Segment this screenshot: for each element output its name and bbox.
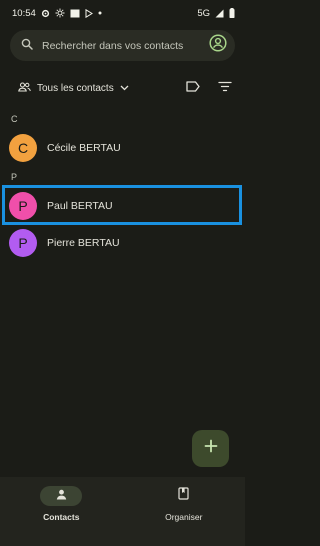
account-circle-icon[interactable] <box>209 34 227 57</box>
avatar: P <box>9 192 37 220</box>
avatar: C <box>9 134 37 162</box>
avatar: P <box>9 229 37 257</box>
nav-item-contacts[interactable]: Contacts <box>0 477 123 546</box>
gear-icon <box>41 9 50 18</box>
contacts-filter-dropdown[interactable]: Tous les contacts <box>18 81 129 95</box>
filter-row: Tous les contacts <box>0 78 245 98</box>
contact-row[interactable]: P Pierre BERTAU <box>0 225 245 261</box>
brightness-icon <box>55 8 65 18</box>
image-icon <box>70 9 80 18</box>
chevron-down-icon <box>120 83 129 94</box>
status-time: 10:54 <box>12 7 36 19</box>
contact-name: Paul BERTAU <box>47 200 113 212</box>
contact-name: Pierre BERTAU <box>47 237 120 249</box>
sort-icon[interactable] <box>218 79 232 97</box>
search-bar[interactable]: Rechercher dans vos contacts <box>10 30 235 61</box>
contact-name: Cécile BERTAU <box>47 142 121 154</box>
nav-label: Contacts <box>43 512 80 522</box>
signal-icon <box>215 9 224 18</box>
search-input[interactable]: Rechercher dans vos contacts <box>42 40 209 52</box>
dot-icon <box>98 11 102 15</box>
nav-icon-indicator <box>163 486 205 506</box>
status-left: 10:54 <box>12 8 102 19</box>
bottom-navigation: Contacts Organiser <box>0 477 245 546</box>
battery-icon <box>229 8 235 18</box>
filter-actions <box>186 79 232 97</box>
nav-icon-indicator <box>40 486 83 506</box>
plus-icon <box>204 439 218 458</box>
person-icon <box>56 487 67 505</box>
people-icon <box>18 81 31 95</box>
add-contact-button[interactable] <box>192 430 229 467</box>
bookmark-icon <box>178 487 189 505</box>
section-header-c: C <box>11 114 18 124</box>
contact-row[interactable]: C Cécile BERTAU <box>0 130 245 166</box>
play-store-icon <box>85 8 93 18</box>
status-bar: 10:54 5G <box>0 0 245 26</box>
contact-row[interactable]: P Paul BERTAU <box>0 188 245 224</box>
network-type: 5G <box>197 7 210 19</box>
search-icon <box>21 37 33 55</box>
status-right: 5G <box>197 8 235 19</box>
nav-item-organiser[interactable]: Organiser <box>123 477 246 546</box>
filter-label: Tous les contacts <box>37 82 114 94</box>
nav-label: Organiser <box>165 512 203 522</box>
section-header-p: P <box>11 172 18 182</box>
label-icon[interactable] <box>186 79 200 97</box>
